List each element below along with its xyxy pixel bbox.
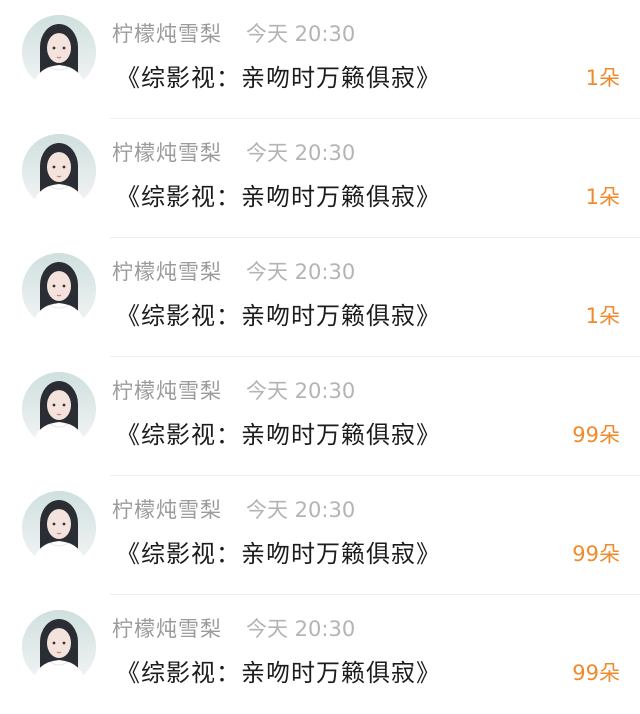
username[interactable]: 柠檬炖雪梨 bbox=[112, 137, 222, 167]
book-title[interactable]: 《综影视：亲吻时万籁俱寂》 bbox=[116, 296, 441, 331]
book-title[interactable]: 《综影视：亲吻时万籁俱寂》 bbox=[116, 58, 441, 93]
book-title[interactable]: 《综影视：亲吻时万籁俱寂》 bbox=[116, 534, 441, 569]
message-row[interactable]: 柠檬炖雪梨 今天 20:30 《综影视：亲吻时万籁俱寂》 99朵 bbox=[0, 476, 640, 595]
username[interactable]: 柠檬炖雪梨 bbox=[112, 18, 222, 48]
message-list: 柠檬炖雪梨 今天 20:30 《综影视：亲吻时万籁俱寂》 1朵 柠檬炖雪梨 今天… bbox=[0, 0, 640, 707]
username[interactable]: 柠檬炖雪梨 bbox=[112, 613, 222, 643]
book-title[interactable]: 《综影视：亲吻时万籁俱寂》 bbox=[116, 653, 441, 688]
flower-count: 99朵 bbox=[572, 661, 620, 685]
timestamp: 今天 20:30 bbox=[246, 379, 356, 403]
timestamp: 今天 20:30 bbox=[246, 617, 356, 641]
username[interactable]: 柠檬炖雪梨 bbox=[112, 375, 222, 405]
avatar[interactable] bbox=[22, 372, 96, 446]
timestamp: 今天 20:30 bbox=[246, 260, 356, 284]
timestamp: 今天 20:30 bbox=[246, 22, 356, 46]
username[interactable]: 柠檬炖雪梨 bbox=[112, 256, 222, 286]
message-row[interactable]: 柠檬炖雪梨 今天 20:30 《综影视：亲吻时万籁俱寂》 99朵 bbox=[0, 595, 640, 714]
avatar[interactable] bbox=[22, 15, 96, 89]
flower-count: 99朵 bbox=[572, 423, 620, 447]
flower-count: 99朵 bbox=[572, 542, 620, 566]
avatar[interactable] bbox=[22, 491, 96, 565]
avatar[interactable] bbox=[22, 253, 96, 327]
timestamp: 今天 20:30 bbox=[246, 498, 356, 522]
book-title[interactable]: 《综影视：亲吻时万籁俱寂》 bbox=[116, 415, 441, 450]
flower-count: 1朵 bbox=[585, 304, 620, 328]
message-row[interactable]: 柠檬炖雪梨 今天 20:30 《综影视：亲吻时万籁俱寂》 99朵 bbox=[0, 357, 640, 476]
avatar[interactable] bbox=[22, 610, 96, 684]
message-row[interactable]: 柠檬炖雪梨 今天 20:30 《综影视：亲吻时万籁俱寂》 1朵 bbox=[0, 119, 640, 238]
message-row[interactable]: 柠檬炖雪梨 今天 20:30 《综影视：亲吻时万籁俱寂》 1朵 bbox=[0, 0, 640, 119]
flower-count: 1朵 bbox=[585, 66, 620, 90]
message-row[interactable]: 柠檬炖雪梨 今天 20:30 《综影视：亲吻时万籁俱寂》 1朵 bbox=[0, 238, 640, 357]
timestamp: 今天 20:30 bbox=[246, 141, 356, 165]
book-title[interactable]: 《综影视：亲吻时万籁俱寂》 bbox=[116, 177, 441, 212]
username[interactable]: 柠檬炖雪梨 bbox=[112, 494, 222, 524]
flower-count: 1朵 bbox=[585, 185, 620, 209]
avatar[interactable] bbox=[22, 134, 96, 208]
